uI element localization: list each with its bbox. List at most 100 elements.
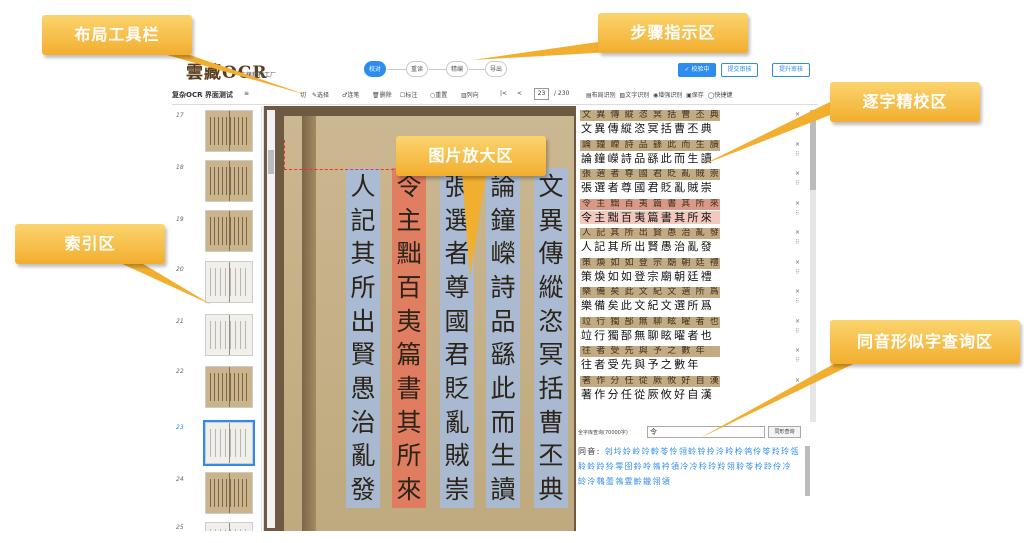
drag-handle-icon[interactable]: ⠿	[795, 357, 799, 364]
sidebar-toggle-icon[interactable]: ≡	[244, 90, 249, 97]
viewer-scrollbar-thumb[interactable]	[268, 150, 274, 174]
proof-row-image: 著作分任從厥攸好自漢	[580, 375, 720, 387]
page-thumbnail[interactable]	[205, 160, 253, 202]
tool-delete[interactable]: 🗑删除	[372, 90, 392, 99]
callout-step-area: 步骤指示区	[598, 13, 748, 53]
tool-layout-recognize[interactable]: ▤布局识别	[586, 92, 616, 99]
drag-handle-icon[interactable]: ⠿	[795, 180, 799, 187]
lookup-scrollbar[interactable]	[805, 446, 810, 496]
tool-column[interactable]: ▥列向	[461, 90, 479, 99]
thumb-number: 21	[176, 318, 184, 325]
close-icon[interactable]: ×	[795, 318, 800, 325]
step-export[interactable]: 导出	[485, 61, 507, 77]
text-column[interactable]: 論鐘嶸詩品繇此而生讀	[486, 168, 520, 508]
tool-shortcuts[interactable]: ◯快捷键	[708, 92, 733, 99]
close-icon[interactable]: ×	[795, 288, 800, 295]
page-total: / 230	[554, 90, 570, 97]
proof-row-text[interactable]: 策煥如如登宗廟朝廷禮	[580, 270, 720, 283]
raise-review-button[interactable]: 提升审核	[772, 63, 810, 77]
close-icon[interactable]: ×	[795, 229, 800, 236]
page-thumbnail[interactable]	[205, 366, 253, 408]
proof-row-text[interactable]: 往者受先與予之數年	[580, 358, 720, 371]
tool-save[interactable]: ▣保存	[686, 92, 704, 99]
proof-row-text[interactable]: 令主黜百夷篇書其所來	[580, 210, 720, 224]
proof-row-text[interactable]: 論鐘嶸詩品繇此而生讀	[580, 152, 720, 165]
proof-row-text[interactable]: 樂備矣此文紀文選所爲	[580, 299, 720, 312]
tool-connect[interactable]: ♂连笔	[342, 90, 359, 99]
callout-zoom-area: 图片放大区	[396, 136, 546, 176]
text-column[interactable]: 張選者尊國君貶亂賊崇	[440, 168, 474, 508]
proof-toolbar: ▤布局识别 ▧文字识别 ◉增强识别 ▣保存 ◯快捷键	[586, 90, 732, 99]
page-thumbnail-active[interactable]	[203, 420, 255, 466]
lookup-label: 全字库查询(70000字)	[578, 430, 628, 436]
proof-row-text[interactable]: 文異傳縱恣冥括曹丕典	[580, 122, 720, 135]
first-page-button[interactable]: |<	[500, 90, 507, 97]
page-thumbnail[interactable]	[205, 110, 253, 152]
proof-row[interactable]: 策煥如如登宗廟朝廷禮 策煥如如登宗廟朝廷禮 × ⠿	[578, 256, 800, 284]
text-column-selected[interactable]: 令主黜百夷篇書其所來	[392, 168, 426, 508]
thumb-number: 22	[176, 368, 184, 375]
page-thumbnail[interactable]	[205, 261, 253, 303]
step-edit[interactable]: 精编	[446, 61, 468, 77]
tool-text-recognize[interactable]: ▧文字识别	[620, 92, 650, 99]
prev-page-button[interactable]: <	[517, 90, 522, 97]
step-connector	[429, 69, 446, 70]
proof-row[interactable]: 文異傳縱恣冥括曹丕典 文異傳縱恣冥括曹丕典 × ⠿	[578, 108, 800, 136]
tool-select[interactable]: ✎选择	[312, 90, 329, 99]
drag-handle-icon[interactable]: ⠿	[795, 210, 799, 217]
thumb-number: 19	[176, 216, 184, 223]
drag-handle-icon[interactable]: ⠿	[795, 387, 799, 394]
drag-handle-icon[interactable]: ⠿	[795, 269, 799, 276]
close-icon[interactable]: ×	[795, 141, 800, 148]
page-thumbnail[interactable]	[205, 522, 253, 531]
proof-row[interactable]: 著作分任從厥攸好自漢 著作分任從厥攸好自漢 × ⠿	[578, 374, 800, 402]
text-column[interactable]: 文異傳縱恣冥括曹丕典	[534, 168, 568, 508]
close-icon[interactable]: ×	[795, 377, 800, 384]
submit-review-button[interactable]: 提交审核	[721, 63, 758, 77]
lookup-input[interactable]: 令	[647, 426, 765, 438]
proof-scrollbar-thumb[interactable]	[810, 110, 816, 190]
proof-row-text[interactable]: 著作分任從厥攸好自漢	[580, 388, 720, 401]
step-proofread[interactable]: 校对	[364, 61, 386, 77]
lookup-result-chars[interactable]: 刢坽姈岭竛軨苓怜翎蛉铃拎泠昤柃鸰伶笭羚玲瓴聆蛉跉狑零囹鈴呤鴒衿領冷冷秢玲羚翎聆苓…	[578, 447, 800, 486]
verifying-button[interactable]: ✓ 校验中	[678, 63, 716, 77]
proof-row-selected[interactable]: 令主黜百夷篇書其所來 令主黜百夷篇書其所來 × ⠿	[578, 197, 800, 225]
tool-cut[interactable]: 切	[300, 90, 306, 99]
drag-handle-icon[interactable]: ⠿	[795, 328, 799, 335]
page-fold	[302, 116, 316, 531]
proof-row[interactable]: 人記其所出賢愚治亂發 人記其所出賢愚治亂發 × ⠿	[578, 226, 800, 254]
close-icon[interactable]: ×	[795, 347, 800, 354]
app-logo-subtitle: 古籍精校工厂	[240, 72, 277, 79]
proof-row[interactable]: 往者受先與予之數年 往者受先與予之數年 × ⠿	[578, 344, 800, 372]
close-icon[interactable]: ×	[795, 200, 800, 207]
close-icon[interactable]: ×	[795, 111, 800, 118]
thumb-number: 20	[176, 266, 184, 273]
proof-row[interactable]: 張選者尊國君貶亂賊崇 張選者尊國君貶亂賊崇 × ⠿	[578, 167, 800, 195]
close-icon[interactable]: ×	[795, 259, 800, 266]
drag-handle-icon[interactable]: ⠿	[795, 151, 799, 158]
proof-row[interactable]: 竝行獨郚無聊眩曜者也 竝行獨郚無聊眩曜者也 × ⠿	[578, 315, 800, 343]
proof-row[interactable]: 樂備矣此文紀文選所爲 樂備矣此文紀文選所爲 × ⠿	[578, 285, 800, 313]
drag-handle-icon[interactable]: ⠿	[795, 298, 799, 305]
proof-row-image: 論鐘嶸詩品繇此而生讀	[580, 139, 720, 151]
proof-row-text[interactable]: 張選者尊國君貶亂賊崇	[580, 181, 720, 194]
tool-annotate[interactable]: ☐标注	[400, 90, 417, 99]
proof-row-text[interactable]: 人記其所出賢愚治亂發	[580, 240, 720, 253]
page-thumbnail[interactable]	[205, 314, 253, 356]
close-icon[interactable]: ×	[795, 170, 800, 177]
proof-row[interactable]: 論鐘嶸詩品繇此而生讀 論鐘嶸詩品繇此而生讀 × ⠿	[578, 138, 800, 166]
tool-reset[interactable]: ○重置	[430, 90, 447, 99]
page-thumbnail[interactable]	[205, 472, 253, 514]
step-connector	[469, 69, 485, 70]
drag-handle-icon[interactable]: ⠿	[795, 121, 799, 128]
thumb-number: 25	[176, 524, 184, 531]
tool-enhanced-recognize[interactable]: ◉增强识别	[653, 92, 682, 99]
lookup-button[interactable]: 同形查询	[768, 426, 801, 438]
drag-handle-icon[interactable]: ⠿	[795, 239, 799, 246]
text-column[interactable]: 人記其所出賢愚治亂發	[346, 168, 380, 508]
page-thumbnail[interactable]	[205, 210, 253, 252]
index-sidebar: 17 18 19 20 21 22 23 24 25	[172, 106, 262, 531]
proof-row-text[interactable]: 竝行獨郚無聊眩曜者也	[580, 329, 720, 342]
step-reread[interactable]: 重读	[406, 61, 428, 77]
page-number-input[interactable]: 23	[534, 88, 549, 100]
